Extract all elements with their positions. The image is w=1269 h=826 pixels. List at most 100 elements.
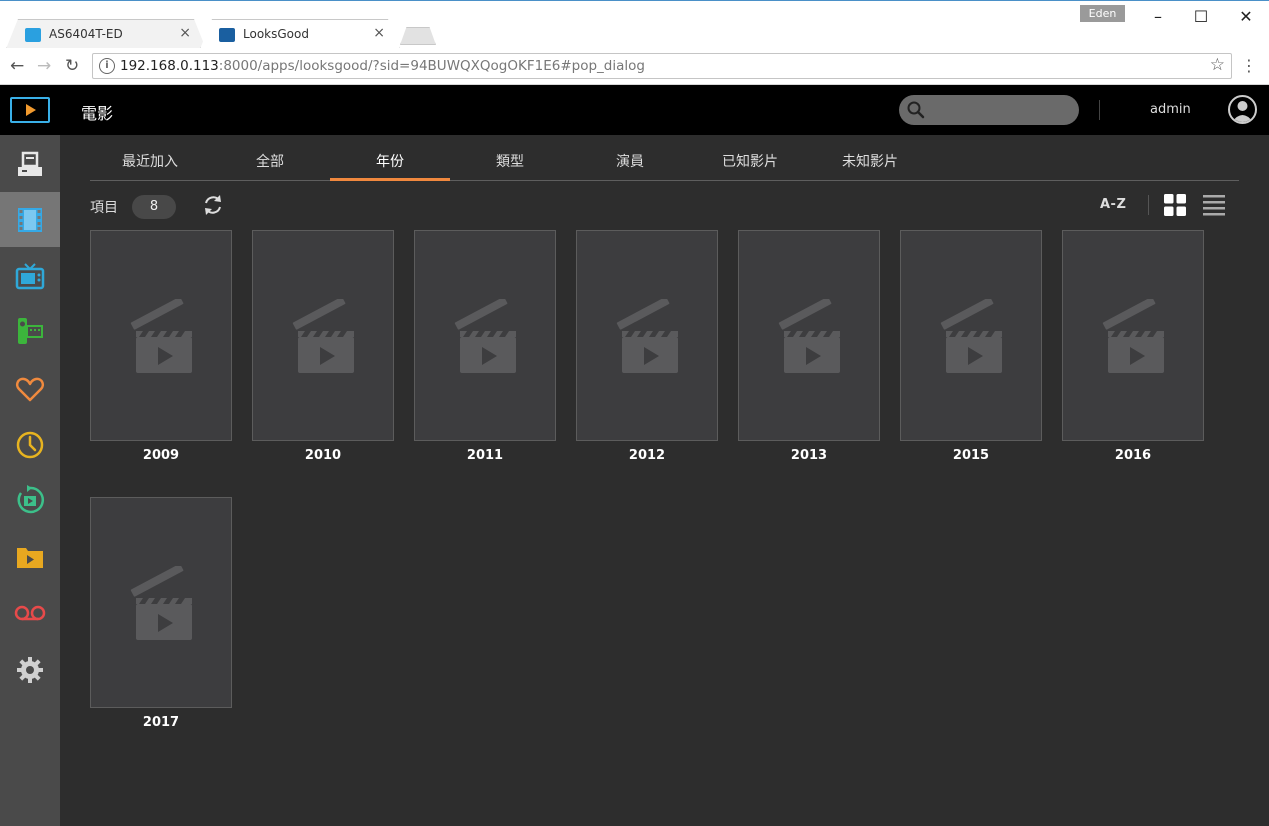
minimize-icon[interactable]: – — [1148, 7, 1168, 26]
tab-actors[interactable]: 演員 — [570, 150, 690, 181]
tab-unknown-videos[interactable]: 未知影片 — [810, 150, 930, 181]
clapperboard-icon — [778, 298, 840, 373]
tab-known-videos[interactable]: 已知影片 — [690, 150, 810, 181]
new-tab-button[interactable] — [400, 27, 436, 45]
looksgood-logo-icon[interactable] — [10, 97, 50, 123]
sidebar-item-tv[interactable] — [0, 248, 60, 303]
profile-badge[interactable]: Eden — [1080, 5, 1125, 22]
browser-tab-looksgood[interactable]: LooksGood × — [200, 19, 400, 49]
sidebar-item-recent[interactable] — [0, 417, 60, 472]
year-label: 2009 — [142, 448, 180, 463]
year-card-2010[interactable]: 2010 — [252, 230, 394, 463]
tab-year[interactable]: 年份 — [330, 150, 450, 181]
browser-toolbar: ← → ↻ i 192.168.0.113:8000/apps/looksgoo… — [0, 48, 1269, 85]
list-view-button[interactable] — [1202, 193, 1226, 221]
app-header: 電影 admin — [0, 85, 1269, 135]
gear-icon — [17, 656, 43, 683]
maximize-icon[interactable]: ☐ — [1191, 7, 1211, 26]
year-label: 2017 — [142, 715, 180, 730]
address-bar[interactable]: i 192.168.0.113:8000/apps/looksgood/?sid… — [92, 53, 1232, 79]
item-count-label: 項目 — [90, 200, 118, 216]
site-info-icon[interactable]: i — [99, 58, 115, 74]
clapperboard-icon — [1102, 298, 1164, 373]
search-icon — [907, 101, 925, 119]
adm-favicon-icon — [25, 28, 41, 42]
poster-placeholder[interactable] — [252, 230, 394, 441]
year-label: 2016 — [1114, 448, 1152, 463]
tv-icon — [15, 262, 45, 289]
browser-menu-icon[interactable]: ⋮ — [1241, 56, 1257, 75]
poster-placeholder[interactable] — [738, 230, 880, 441]
tab-genre[interactable]: 類型 — [450, 150, 570, 181]
sidebar-item-favorites[interactable] — [0, 361, 60, 416]
year-card-2013[interactable]: 2013 — [738, 230, 880, 463]
year-card-2015[interactable]: 2015 — [900, 230, 1042, 463]
sidebar-item-folders[interactable] — [0, 529, 60, 584]
poster-placeholder[interactable] — [90, 497, 232, 708]
year-card-2011[interactable]: 2011 — [414, 230, 556, 463]
year-card-2017[interactable]: 2017 — [90, 497, 232, 730]
server-icon — [18, 151, 42, 176]
year-card-2016[interactable]: 2016 — [1062, 230, 1204, 463]
main-content: 最近加入 全部 年份 類型 演員 已知影片 未知影片 項目 8 A-Z 2009… — [60, 135, 1269, 826]
category-tabs: 最近加入 全部 年份 類型 演員 已知影片 未知影片 — [90, 150, 1239, 181]
close-window-icon[interactable]: ✕ — [1236, 7, 1256, 26]
clapperboard-icon — [292, 298, 354, 373]
reload-icon[interactable]: ↻ — [65, 56, 79, 76]
recording-icon — [14, 605, 46, 620]
sidebar — [0, 135, 60, 826]
page-title: 電影 — [81, 104, 114, 123]
clapperboard-icon — [940, 298, 1002, 373]
search-input[interactable] — [899, 95, 1079, 125]
clapperboard-icon — [616, 298, 678, 373]
grid-view-button[interactable] — [1163, 193, 1187, 221]
bookmark-star-icon[interactable]: ☆ — [1210, 55, 1225, 75]
poster-placeholder[interactable] — [90, 230, 232, 441]
back-icon[interactable]: ← — [10, 56, 24, 76]
poster-placeholder[interactable] — [414, 230, 556, 441]
sidebar-item-settings[interactable] — [0, 642, 60, 697]
sidebar-item-movies[interactable] — [0, 192, 60, 247]
tab-close-icon[interactable]: × — [179, 25, 191, 41]
year-card-2012[interactable]: 2012 — [576, 230, 718, 463]
year-card-2009[interactable]: 2009 — [90, 230, 232, 463]
clapperboard-icon — [454, 298, 516, 373]
sort-az-button[interactable]: A-Z — [1100, 197, 1126, 212]
tab-recently-added[interactable]: 最近加入 — [90, 150, 210, 181]
browser-tab-strip: AS6404T-ED × LooksGood × Eden – ☐ ✕ — [0, 0, 1269, 49]
refresh-button[interactable] — [202, 194, 224, 220]
clock-icon — [16, 431, 44, 458]
username[interactable]: admin — [1150, 102, 1191, 117]
toolbar-divider — [1148, 195, 1149, 215]
browser-tab-as6404t[interactable]: AS6404T-ED × — [6, 19, 206, 49]
tab-close-icon[interactable]: × — [373, 25, 385, 41]
avatar[interactable] — [1228, 95, 1257, 124]
replay-icon — [17, 484, 45, 513]
year-label: 2012 — [628, 448, 666, 463]
tab-all[interactable]: 全部 — [210, 150, 330, 181]
camcorder-icon — [18, 317, 43, 344]
poster-placeholder[interactable] — [1062, 230, 1204, 441]
folder-icon — [17, 547, 43, 568]
header-divider — [1099, 100, 1100, 120]
film-icon — [18, 207, 42, 232]
poster-placeholder[interactable] — [900, 230, 1042, 441]
year-label: 2011 — [466, 448, 504, 463]
clapperboard-icon — [130, 298, 192, 373]
sidebar-item-recordings[interactable] — [0, 585, 60, 640]
url-text[interactable]: 192.168.0.113:8000/apps/looksgood/?sid=9… — [120, 58, 645, 74]
looksgood-favicon-icon — [219, 28, 235, 42]
grid-icon — [1164, 194, 1186, 216]
user-icon — [1232, 101, 1253, 122]
tab-title: LooksGood — [243, 27, 309, 41]
year-label: 2010 — [304, 448, 342, 463]
year-label: 2013 — [790, 448, 828, 463]
sidebar-item-server[interactable] — [0, 137, 60, 192]
forward-icon[interactable]: → — [37, 56, 51, 76]
sidebar-item-recently-played[interactable] — [0, 472, 60, 527]
poster-placeholder[interactable] — [576, 230, 718, 441]
sidebar-item-videos[interactable] — [0, 303, 60, 358]
year-label: 2015 — [952, 448, 990, 463]
clapperboard-icon — [130, 565, 192, 640]
refresh-icon — [205, 195, 221, 215]
